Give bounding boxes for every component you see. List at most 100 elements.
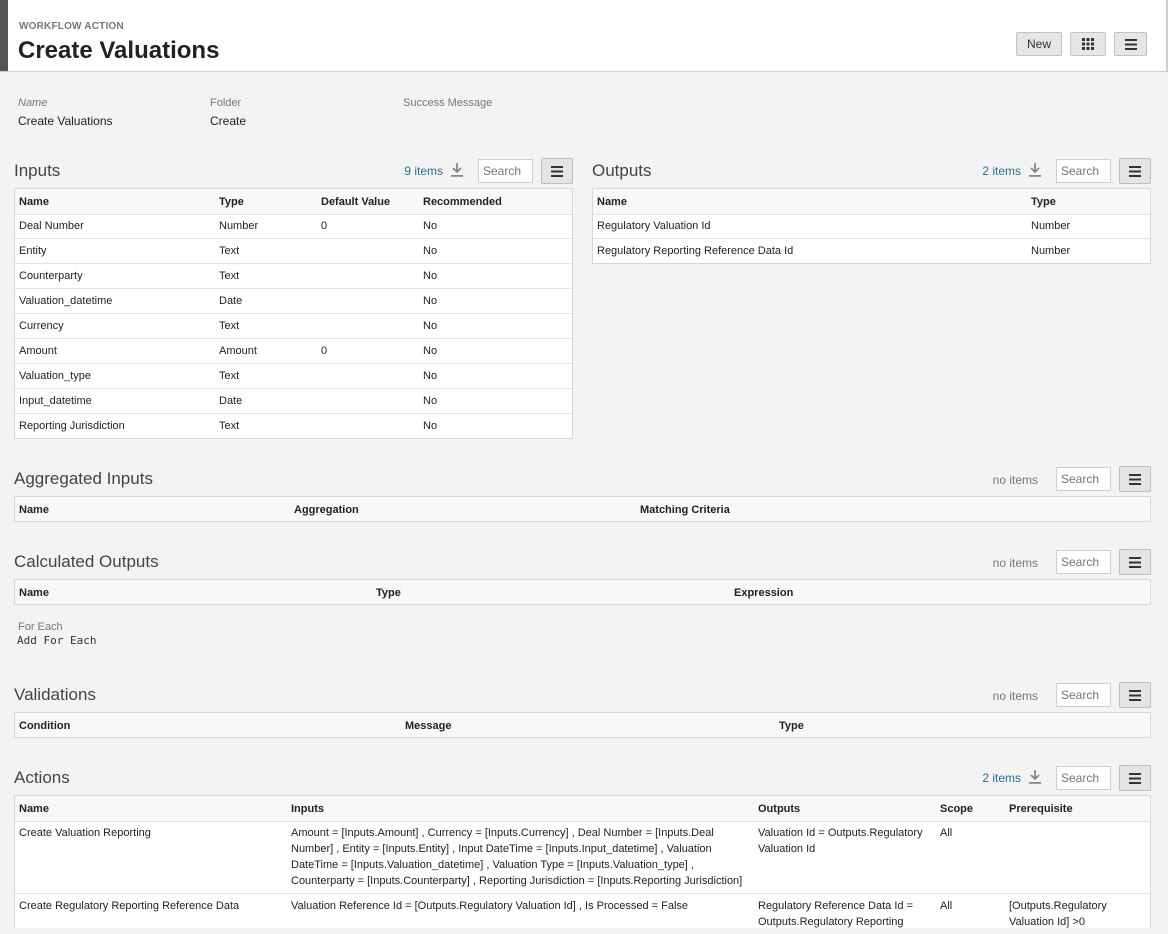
inputs-search-input[interactable] <box>478 159 533 183</box>
outputs-search-input[interactable] <box>1056 159 1111 183</box>
hamburger-icon <box>1124 38 1137 50</box>
aggregated-inputs-title: Aggregated Inputs <box>14 469 153 488</box>
hamburger-icon <box>1129 165 1141 177</box>
column-header[interactable]: Type <box>376 585 401 601</box>
column-header[interactable]: Matching Criteria <box>640 502 730 518</box>
input-name: Input_datetime <box>19 395 92 407</box>
input-recommended: No <box>423 245 438 257</box>
output-type: Number <box>1031 245 1071 257</box>
table-row[interactable]: Currency Text No <box>15 314 572 339</box>
input-recommended: No <box>423 370 438 382</box>
table-row[interactable]: Deal Number Number 0 No <box>15 214 572 239</box>
column-header[interactable]: Name <box>19 194 49 210</box>
table-row[interactable]: Regulatory Reporting Reference Data Id N… <box>593 239 1150 263</box>
header-accent-bar <box>0 0 8 71</box>
validations-search-input[interactable] <box>1056 683 1111 707</box>
column-header[interactable]: Name <box>19 502 49 518</box>
action-inputs-line: DateTime = [Inputs.Valuation_datetime] ,… <box>291 859 694 871</box>
column-header[interactable]: Inputs <box>291 801 324 817</box>
inputs-menu-button[interactable] <box>541 158 573 184</box>
actions-menu-button[interactable] <box>1119 765 1151 791</box>
action-outputs-line: Regulatory Reference Data Id = <box>758 900 914 912</box>
column-header[interactable]: Message <box>405 718 451 734</box>
input-recommended: No <box>423 270 438 282</box>
input-type: Text <box>219 370 240 382</box>
input-name: Entity <box>19 245 47 257</box>
column-header[interactable]: Outputs <box>758 801 800 817</box>
new-button[interactable]: New <box>1016 32 1062 56</box>
actions-download-icon[interactable] <box>1028 769 1042 785</box>
folder-field-value: Create <box>210 114 247 128</box>
add-for-each-link[interactable]: Add For Each <box>17 634 96 647</box>
hamburger-icon <box>1129 772 1141 784</box>
aggregated-header-row: Name Aggregation Matching Criteria <box>15 497 1150 521</box>
output-type: Number <box>1031 220 1071 232</box>
actions-title: Actions <box>14 768 70 787</box>
column-header[interactable]: Condition <box>19 718 70 734</box>
table-row[interactable]: Counterparty Text No <box>15 264 572 289</box>
aggregated-search-input[interactable] <box>1056 467 1111 491</box>
header-menu-button[interactable] <box>1114 32 1147 56</box>
table-row[interactable]: Reporting Jurisdiction Text No <box>15 414 572 438</box>
grid-view-button[interactable] <box>1070 32 1106 56</box>
column-header[interactable]: Scope <box>940 801 973 817</box>
hamburger-icon <box>1129 556 1141 568</box>
action-inputs-line: Amount = [Inputs.Amount] , Currency = [I… <box>291 827 714 839</box>
column-header[interactable]: Type <box>1031 194 1056 210</box>
inputs-download-icon[interactable] <box>450 162 464 178</box>
calculated-search-input[interactable] <box>1056 550 1111 574</box>
input-type: Amount <box>219 345 257 357</box>
input-type: Text <box>219 320 240 332</box>
table-row[interactable]: Regulatory Valuation Id Number <box>593 214 1150 239</box>
table-row[interactable]: Create Valuation Reporting Amount = [Inp… <box>15 821 1150 894</box>
calculated-menu-button[interactable] <box>1119 549 1151 575</box>
calculated-count: no items <box>992 556 1038 570</box>
column-header[interactable]: Type <box>219 194 244 210</box>
hamburger-icon <box>551 165 563 177</box>
column-header[interactable]: Name <box>19 585 49 601</box>
table-row[interactable]: Input_datetime Date No <box>15 389 572 414</box>
actions-table: Name Inputs Outputs Scope Prerequisite C… <box>14 795 1151 928</box>
inputs-count: 9 items <box>404 164 443 178</box>
column-header[interactable]: Type <box>779 718 804 734</box>
validations-menu-button[interactable] <box>1119 682 1151 708</box>
input-name: Currency <box>19 320 64 332</box>
column-header[interactable]: Expression <box>734 585 793 601</box>
validations-count: no items <box>992 689 1038 703</box>
input-recommended: No <box>423 295 438 307</box>
column-header[interactable]: Recommended <box>423 194 502 210</box>
table-row[interactable]: Create Regulatory Reporting Reference Da… <box>15 894 1150 934</box>
aggregated-menu-button[interactable] <box>1119 466 1151 492</box>
table-row[interactable]: Entity Text No <box>15 239 572 264</box>
actions-header-row: Name Inputs Outputs Scope Prerequisite <box>15 796 1150 822</box>
input-type: Text <box>219 270 240 282</box>
column-header[interactable]: Name <box>19 801 49 817</box>
inputs-section-title: Inputs <box>14 161 61 180</box>
outputs-menu-button[interactable] <box>1119 158 1151 184</box>
hamburger-icon <box>1129 689 1141 701</box>
table-row[interactable]: Valuation_type Text No <box>15 364 572 389</box>
table-row[interactable]: Valuation_datetime Date No <box>15 289 572 314</box>
calculated-outputs-title: Calculated Outputs <box>14 552 159 571</box>
actions-search-input[interactable] <box>1056 766 1111 790</box>
hamburger-icon <box>1129 473 1141 485</box>
action-outputs-line: Valuation Id = Outputs.Regulatory <box>758 827 923 839</box>
input-default: 0 <box>321 345 328 357</box>
action-prerequisite-line: [Outputs.Regulatory <box>1009 900 1107 912</box>
input-name: Valuation_datetime <box>19 295 113 307</box>
action-scope: All <box>940 900 953 912</box>
column-header[interactable]: Aggregation <box>294 502 359 518</box>
action-inputs-line: Number] , Entity = [Inputs.Entity] , Inp… <box>291 843 712 855</box>
validations-title: Validations <box>14 685 96 704</box>
input-name: Deal Number <box>19 220 84 232</box>
input-recommended: No <box>423 345 438 357</box>
column-header[interactable]: Prerequisite <box>1009 801 1073 817</box>
action-inputs-line: Valuation Reference Id = [Outputs.Regula… <box>291 900 689 912</box>
action-outputs-line: Valuation Id <box>758 843 816 855</box>
column-header[interactable]: Name <box>597 194 627 210</box>
column-header[interactable]: Default Value <box>321 194 390 210</box>
inputs-header-row: Name Type Default Value Recommended <box>15 189 572 215</box>
table-row[interactable]: Amount Amount 0 No <box>15 339 572 364</box>
action-name: Create Valuation Reporting <box>19 827 151 839</box>
outputs-download-icon[interactable] <box>1028 162 1042 178</box>
